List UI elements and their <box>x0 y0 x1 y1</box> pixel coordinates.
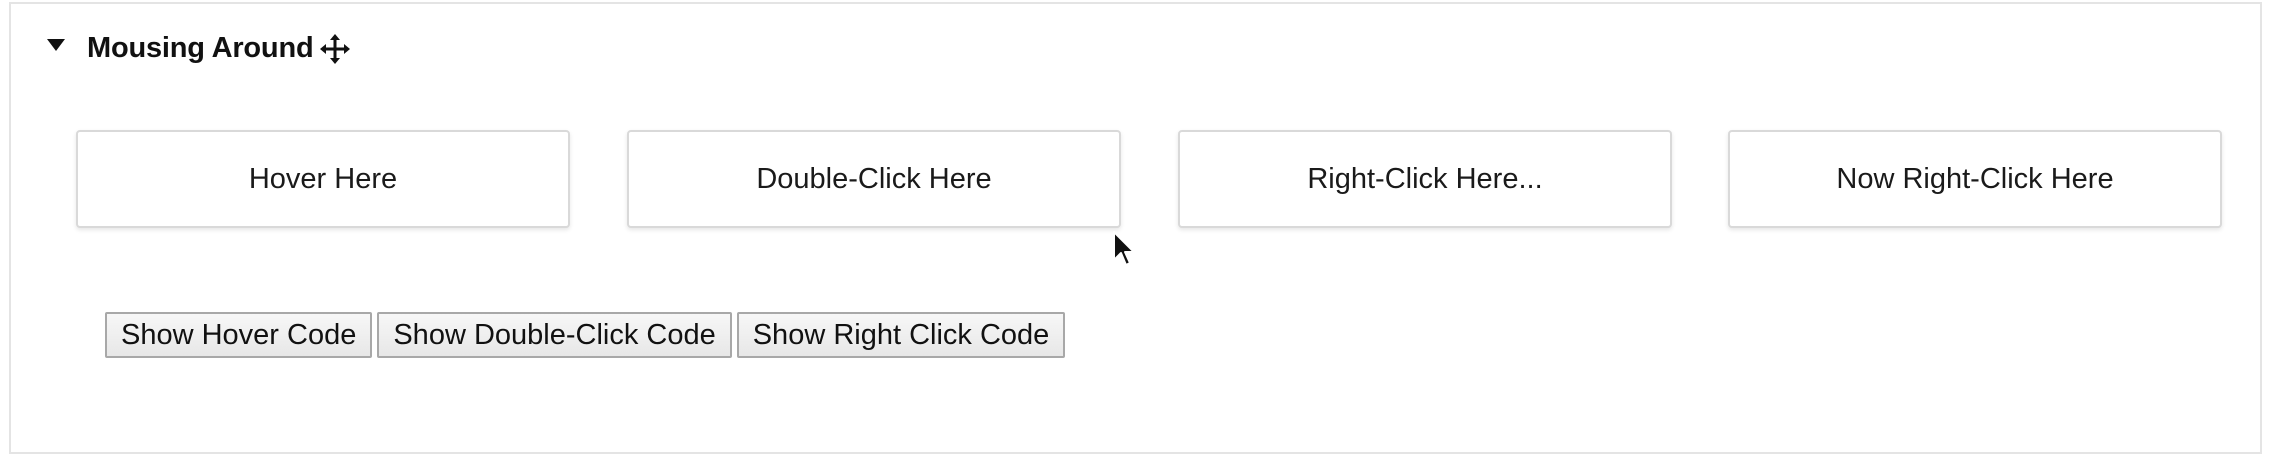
section-title: Mousing Around <box>87 31 314 64</box>
second-right-click-target[interactable]: Now Right-Click Here <box>1728 130 2222 228</box>
show-hover-code-button[interactable]: Show Hover Code <box>105 312 373 358</box>
show-right-click-code-button[interactable]: Show Right Click Code <box>736 312 1066 358</box>
mousing-around-panel: Mousing Around Hover Here Double-Click H… <box>9 2 2262 454</box>
collapse-caret-icon[interactable] <box>47 39 65 51</box>
section-header: Mousing Around <box>47 24 351 72</box>
code-button-row: Show Hover Code Show Double-Click Code S… <box>105 312 1066 360</box>
move-icon[interactable] <box>319 33 351 65</box>
mouse-target-row: Hover Here Double-Click Here Right-Click… <box>76 130 2224 228</box>
show-double-click-code-button[interactable]: Show Double-Click Code <box>377 312 732 358</box>
hover-target[interactable]: Hover Here <box>76 130 570 228</box>
double-click-target[interactable]: Double-Click Here <box>627 130 1121 228</box>
right-click-target[interactable]: Right-Click Here... <box>1178 130 1672 228</box>
